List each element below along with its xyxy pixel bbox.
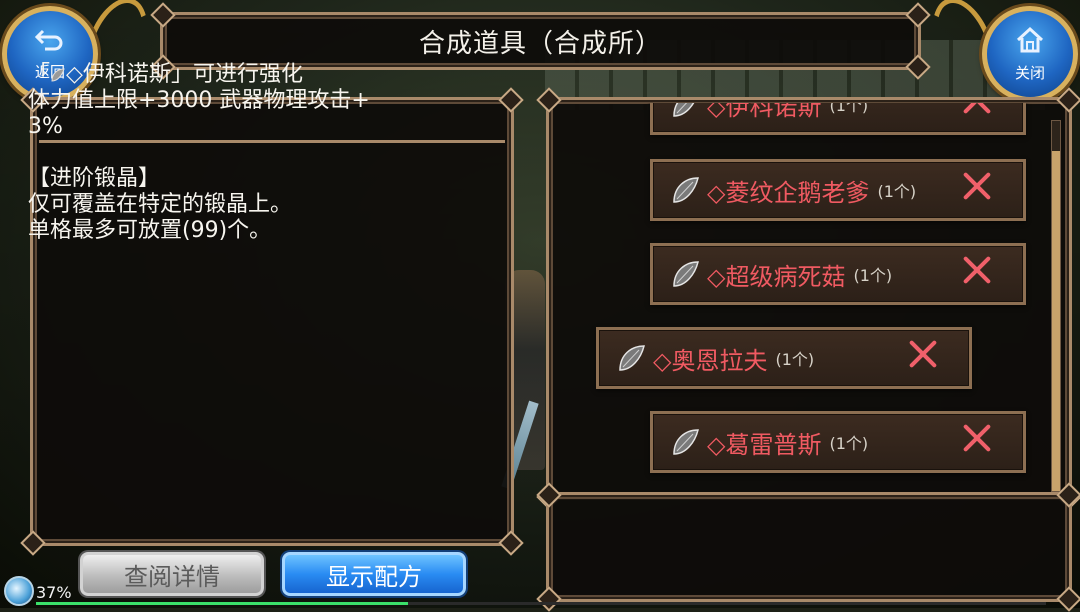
item-count: (1个) — [829, 434, 869, 453]
bracket-open: 「 — [28, 62, 51, 87]
remove-icon[interactable] — [961, 103, 993, 116]
remove-icon[interactable] — [907, 338, 939, 370]
description-line: 「 ◇伊科诺斯」可进行强化 — [28, 62, 468, 88]
home-icon — [1015, 26, 1045, 60]
material-list: ◇伊科诺斯 (1个) ◇菱纹企鹅老爹 (1个) ◇超级病死菇 (1个) ◇奥恩拉… — [552, 103, 1052, 488]
list-scrollbar[interactable] — [1051, 120, 1061, 492]
energy-orb-icon — [4, 576, 34, 606]
item-name: ◇伊科诺斯 — [707, 103, 822, 121]
gem-icon — [673, 103, 695, 117]
scrollbar-thumb[interactable] — [1052, 151, 1060, 491]
remove-icon[interactable] — [961, 422, 993, 454]
list-item[interactable]: ◇超级病死菇 (1个) — [650, 243, 1026, 305]
page-title: 合成道具（合成所） — [418, 28, 662, 59]
description-suffix: 」可进行强化 — [170, 62, 303, 87]
progress-fill — [36, 602, 408, 605]
gem-icon — [619, 345, 645, 371]
remove-icon[interactable] — [961, 254, 993, 286]
close-button[interactable]: 关闭 — [982, 6, 1078, 102]
description-section-title: 【进阶锻晶】 — [28, 166, 161, 191]
gem-icon — [51, 68, 65, 82]
description-line: 单格最多可放置(99)个。 — [28, 218, 272, 243]
description-line: 3% — [28, 114, 63, 139]
item-description: 「 ◇伊科诺斯」可进行强化 体力值上限+3000 武器物理攻击+ 3% 【进阶锻晶… — [28, 62, 468, 244]
description-item-name: ◇伊科诺斯 — [66, 62, 171, 87]
description-line: 仅可覆盖在特定的锻晶上。 — [28, 192, 293, 217]
description-line: 体力值上限+3000 武器物理攻击+ — [28, 88, 370, 113]
progress-percent: 37% — [36, 583, 72, 602]
item-count: (1个) — [775, 350, 815, 369]
item-count: (1个) — [877, 182, 917, 201]
status-bar: 37% — [0, 576, 1080, 608]
close-button-label: 关闭 — [1014, 63, 1045, 82]
list-item[interactable]: ◇伊科诺斯 (1个) — [650, 103, 1026, 135]
remove-icon[interactable] — [961, 170, 993, 202]
item-name: ◇菱纹企鹅老爹 — [707, 178, 870, 207]
item-count: (1个) — [829, 103, 869, 115]
list-item-selected[interactable]: ◇奥恩拉夫 (1个) — [596, 327, 972, 389]
item-count: (1个) — [853, 266, 893, 285]
item-name: ◇葛雷普斯 — [707, 430, 822, 459]
item-name: ◇奥恩拉夫 — [653, 346, 768, 375]
item-name: ◇超级病死菇 — [707, 262, 846, 291]
gem-icon — [673, 177, 699, 203]
list-item[interactable]: ◇菱纹企鹅老爹 (1个) — [650, 159, 1026, 221]
list-item[interactable]: ◇葛雷普斯 (1个) — [650, 411, 1026, 473]
gem-icon — [673, 261, 699, 287]
return-arrow-icon — [34, 27, 65, 59]
gem-icon — [673, 429, 699, 455]
